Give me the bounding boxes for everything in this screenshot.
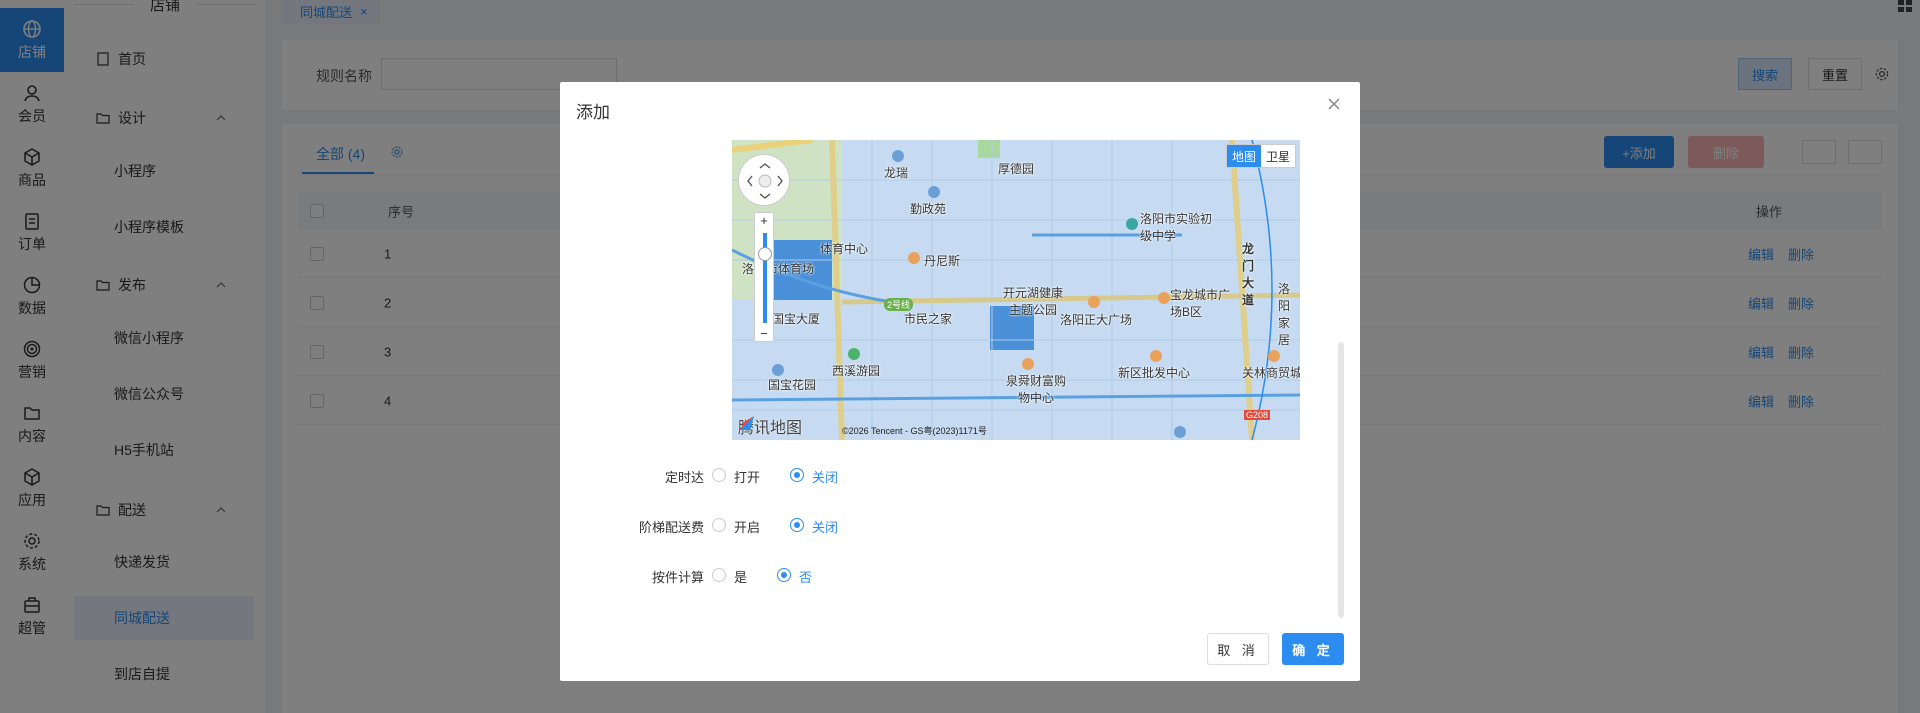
poi-icon: [1268, 350, 1280, 362]
radio-label[interactable]: 关闭: [812, 517, 838, 536]
map-label: 勤政苑: [910, 202, 947, 216]
field-tiered-fee: 阶梯配送费 开启 关闭: [560, 515, 1360, 535]
satellite-mode-button[interactable]: 卫星: [1261, 145, 1295, 167]
map-label: 国宝大厦: [772, 312, 821, 326]
poi-icon: [892, 150, 904, 162]
radio-enable[interactable]: [712, 518, 726, 532]
poi-icon: [1174, 426, 1186, 438]
tencent-map-logo: 腾讯地图: [738, 414, 802, 438]
map-label: 泉舜财富购物中心: [1006, 374, 1067, 405]
field-label: 阶梯配送费: [638, 520, 704, 535]
radio-no[interactable]: [777, 568, 791, 582]
field-per-item: 按件计算 是 否: [560, 565, 1360, 585]
radio-close[interactable]: [790, 518, 804, 532]
radio-close[interactable]: [790, 468, 804, 482]
zoom-handle[interactable]: [758, 247, 772, 261]
map-label: 洛阳正大广场: [1060, 313, 1133, 327]
map-type-toggle[interactable]: 地图 卫星: [1225, 144, 1296, 168]
map-label: 厚德园: [998, 162, 1035, 176]
map-label: 丹尼斯: [924, 254, 961, 268]
pan-control[interactable]: [738, 154, 790, 206]
map-label: 宝龙城市广场B区: [1170, 288, 1231, 319]
pan-arrows-icon: [747, 163, 783, 199]
poi-icon: [1088, 296, 1100, 308]
poi-icon: [1158, 292, 1170, 304]
map-label: 新区批发中心: [1118, 366, 1191, 380]
radio-yes[interactable]: [712, 568, 726, 582]
cancel-button[interactable]: 取 消: [1207, 633, 1269, 665]
poi-icon: [772, 364, 784, 376]
map-mode-button[interactable]: 地图: [1226, 145, 1261, 167]
map-label: 龙瑞: [884, 166, 909, 180]
tencent-logo-icon: [740, 416, 754, 430]
radio-label[interactable]: 开启: [734, 517, 760, 536]
poi-icon: [908, 252, 920, 264]
map-label: 洛阳市体育场: [742, 262, 815, 276]
map-label: 市民之家: [904, 312, 953, 326]
close-icon[interactable]: [1326, 96, 1342, 112]
poi-icon: [848, 348, 860, 360]
zoom-control[interactable]: + −: [754, 212, 774, 342]
map-label: 关林商贸城: [1242, 366, 1300, 380]
map-label: 国宝花园: [768, 378, 817, 392]
radio-label[interactable]: 关闭: [812, 467, 838, 486]
dialog-title: 添加: [576, 103, 610, 122]
poi-icon: [928, 186, 940, 198]
radio-label[interactable]: 打开: [734, 467, 760, 486]
map-label: G208: [1244, 410, 1271, 420]
radio-label[interactable]: 否: [799, 567, 812, 586]
map-label: 洛阳市实验初级中学: [1140, 212, 1213, 243]
field-label: 按件计算: [651, 570, 704, 585]
poi-icon: [1022, 358, 1034, 370]
confirm-button[interactable]: 确 定: [1282, 633, 1344, 665]
map-label: 洛阳家居: [1278, 282, 1291, 347]
field-label: 定时达: [664, 470, 704, 485]
map-view[interactable]: 龙瑞 厚德园 勤政苑 洛阳市实验初级中学 体育中心 丹尼斯 洛阳市体育场 开元湖…: [732, 140, 1300, 440]
poi-icon: [1150, 350, 1162, 362]
zoom-out-button[interactable]: −: [755, 326, 773, 341]
field-scheduled: 定时达 打开 关闭: [560, 465, 1360, 485]
radio-label[interactable]: 是: [734, 567, 747, 586]
map-label: 龙门大道: [1242, 242, 1255, 307]
map-label: 体育中心: [820, 242, 869, 256]
poi-icon: [1126, 218, 1138, 230]
radio-open[interactable]: [712, 468, 726, 482]
map-label: 开元湖健康主题公园: [1002, 286, 1063, 317]
zoom-in-button[interactable]: +: [755, 213, 773, 228]
map-copyright: ©2026 Tencent - GS粤(2023)1171号: [842, 426, 987, 436]
add-dialog: 添加 龙瑞 厚德园 勤政苑 洛阳市实验初级中学 体育中心 丹尼斯 洛阳市体育场 …: [560, 82, 1360, 681]
map-label: 西溪游园: [832, 364, 881, 378]
